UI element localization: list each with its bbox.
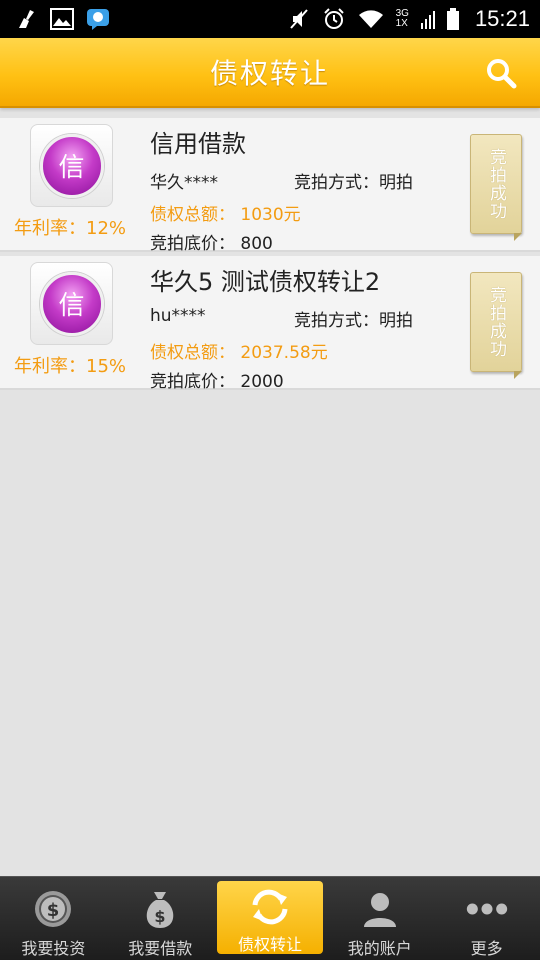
image-icon — [50, 7, 74, 31]
annual-rate: 年利率：15% — [14, 356, 127, 377]
loan-type-icon: 信 — [30, 262, 113, 345]
qq-chat-icon — [86, 7, 110, 31]
credit-icon: 信 — [39, 133, 104, 198]
auction-method: 竞拍方式：明拍 — [294, 173, 413, 193]
status-badge[interactable]: 竞拍成功 — [470, 134, 522, 241]
nav-label: 我的账户 — [347, 939, 412, 958]
app-header: 债权转让 — [0, 38, 540, 108]
more-dots-icon — [465, 887, 509, 931]
dollar-coin-icon: $ — [31, 887, 75, 931]
total-amount: 债权总额： 2037.58元 — [150, 343, 328, 363]
status-right: 3G 1X 15:21 — [288, 6, 530, 32]
user-icon — [358, 887, 402, 931]
status-badge-label: 竞拍成功 — [486, 148, 506, 220]
broom-icon — [16, 7, 38, 31]
auction-method: 竞拍方式：明拍 — [294, 311, 413, 331]
svg-text:$: $ — [155, 907, 166, 926]
list-item[interactable]: 信 年利率：15% 华久5 测试债权转让2 hu**** 竞拍方式：明拍 债权总… — [0, 256, 540, 392]
wifi-icon — [358, 7, 384, 31]
base-price: 竞拍底价： 800 — [150, 234, 273, 254]
nav-label: 我要投资 — [21, 939, 86, 958]
credit-icon: 信 — [39, 271, 104, 336]
item-title: 信用借款 — [150, 130, 246, 158]
item-user: 华久**** — [150, 173, 218, 193]
alarm-icon — [322, 7, 346, 31]
search-button[interactable] — [484, 56, 518, 90]
bottom-nav: $ 我要投资 $ 我要借款 债权转让 我的账户 更多 — [0, 876, 540, 960]
nav-item-transfer[interactable]: 债权转让 — [216, 881, 324, 954]
status-left — [16, 7, 110, 31]
svg-text:$: $ — [47, 900, 60, 921]
signal-bars-icon — [420, 7, 435, 31]
money-bag-icon: $ — [138, 887, 182, 931]
nav-label: 更多 — [470, 939, 503, 958]
mute-icon — [288, 7, 310, 31]
item-title: 华久5 测试债权转让2 — [150, 268, 381, 296]
search-icon — [487, 59, 517, 89]
base-price: 竞拍底价： 2000 — [150, 372, 284, 392]
transfer-list: 信 年利率：12% 信用借款 华久**** 竞拍方式：明拍 债权总额： 1030… — [0, 118, 540, 394]
status-badge-label: 竞拍成功 — [486, 286, 506, 358]
status-badge[interactable]: 竞拍成功 — [470, 272, 522, 379]
battery-icon — [446, 7, 459, 31]
page-title: 债权转让 — [209, 57, 330, 90]
refresh-icon — [248, 887, 292, 927]
total-amount: 债权总额： 1030元 — [150, 205, 301, 225]
loan-type-icon: 信 — [30, 124, 113, 207]
nav-item-account[interactable]: 我的账户 — [326, 877, 433, 960]
network-indicator: 3G 1X — [396, 7, 409, 31]
list-item[interactable]: 信 年利率：12% 信用借款 华久**** 竞拍方式：明拍 债权总额： 1030… — [0, 118, 540, 254]
annual-rate: 年利率：12% — [14, 218, 127, 239]
nav-item-invest[interactable]: $ 我要投资 — [0, 877, 107, 960]
nav-label: 我要借款 — [128, 939, 193, 958]
nav-item-borrow[interactable]: $ 我要借款 — [107, 877, 214, 960]
clock-time: 15:21 — [474, 6, 530, 31]
network-1x-label: 1X — [395, 18, 408, 29]
nav-label: 债权转让 — [237, 935, 302, 954]
nav-item-more[interactable]: 更多 — [433, 877, 540, 960]
status-bar: 3G 1X 15:21 — [0, 0, 540, 38]
item-user: hu**** — [150, 306, 206, 326]
